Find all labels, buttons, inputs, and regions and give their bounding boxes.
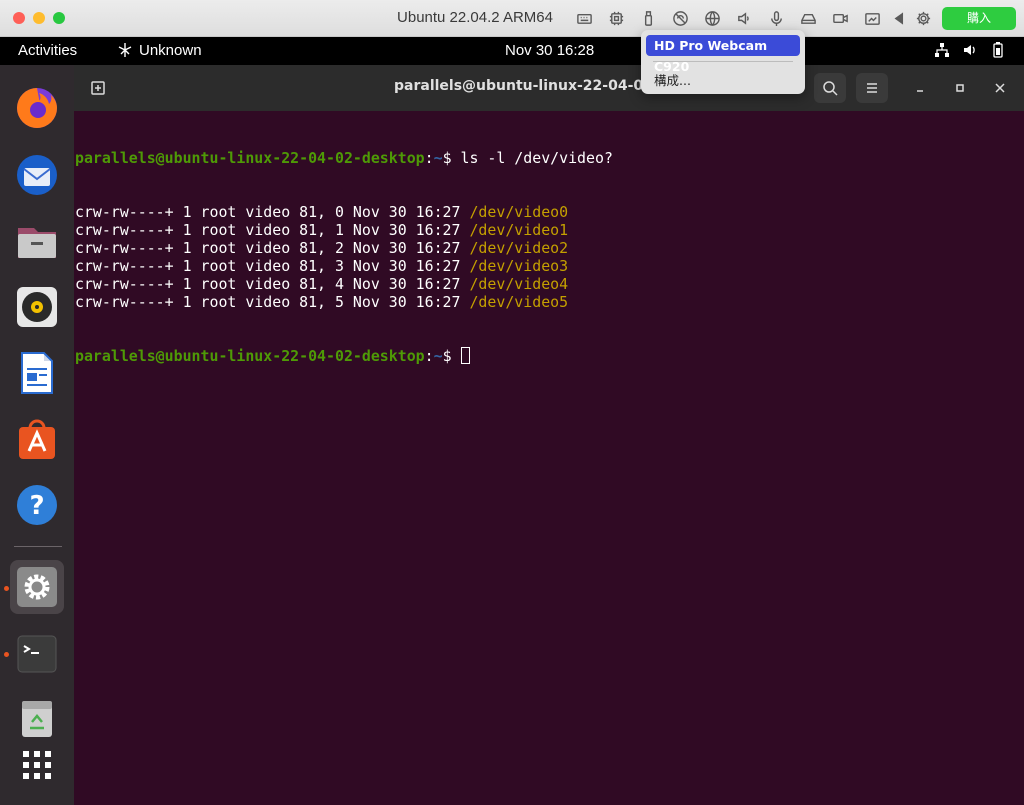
svg-text:?: ? [29, 491, 44, 521]
files-icon[interactable] [10, 214, 64, 268]
prompt-path: ~ [433, 347, 443, 365]
prompt-user: parallels@ubuntu-linux-22-04-02-desktop [75, 347, 425, 365]
device-info: crw-rw----+ 1 root video 81, 1 Nov 30 16… [75, 221, 470, 239]
command-text: ls -l /dev/video? [460, 149, 613, 167]
new-tab-button[interactable] [82, 73, 114, 103]
terminal-body[interactable]: parallels@ubuntu-linux-22-04-02-desktop:… [74, 111, 1024, 805]
mac-title-bar: Ubuntu 22.04.2 ARM64 購入 [0, 0, 1024, 37]
wired-network-icon[interactable] [934, 42, 950, 62]
show-apps-grid-icon[interactable] [10, 738, 64, 792]
firefox-icon[interactable] [10, 81, 64, 135]
camera-icon[interactable] [831, 9, 849, 27]
keyboard-icon[interactable] [575, 9, 593, 27]
rhythmbox-icon[interactable] [10, 280, 64, 334]
terminal-header-bar: parallels@ubuntu-linux-22-04-02-d [74, 65, 1024, 111]
close-window-button[interactable] [13, 12, 25, 24]
microphone-icon[interactable] [767, 9, 785, 27]
command-line: parallels@ubuntu-linux-22-04-02-desktop:… [75, 149, 613, 167]
usb-device-item[interactable]: HD Pro Webcam C920 [646, 35, 800, 74]
buy-button[interactable]: 購入 [942, 7, 1016, 30]
device-info: crw-rw----+ 1 root video 81, 3 Nov 30 16… [75, 257, 470, 275]
device-list: crw-rw----+ 1 root video 81, 0 Nov 30 16… [75, 203, 613, 311]
prompt-user: parallels@ubuntu-linux-22-04-02-desktop [75, 149, 425, 167]
volume-icon[interactable] [962, 42, 978, 62]
device-path: /dev/video5 [469, 293, 569, 311]
network-off-icon[interactable] [671, 9, 689, 27]
zoom-window-button[interactable] [53, 12, 65, 24]
configure-menu-item[interactable]: 構成... [654, 70, 691, 89]
device-entry-row: crw-rw----+ 1 root video 81, 3 Nov 30 16… [75, 257, 613, 275]
clock[interactable]: Nov 30 16:28 [505, 42, 594, 59]
play-left-icon[interactable] [890, 9, 908, 27]
maximize-button[interactable] [944, 73, 976, 103]
gnome-top-bar: Activities Unknown Nov 30 16:28 [0, 37, 1024, 65]
battery-icon[interactable] [990, 41, 1006, 63]
speaker-icon[interactable] [735, 9, 753, 27]
current-prompt-line: parallels@ubuntu-linux-22-04-02-desktop:… [75, 347, 613, 365]
device-path: /dev/video1 [469, 221, 569, 239]
dock-separator [14, 546, 62, 547]
hamburger-menu-button[interactable] [856, 73, 888, 103]
gear-icon[interactable] [914, 9, 932, 27]
usb-icon[interactable] [639, 9, 657, 27]
minimize-button[interactable] [904, 73, 936, 103]
trash-icon[interactable] [10, 691, 64, 745]
minimize-window-button[interactable] [33, 12, 45, 24]
network-status-label[interactable]: Unknown [139, 42, 202, 59]
device-info: crw-rw----+ 1 root video 81, 2 Nov 30 16… [75, 239, 470, 257]
network-icon[interactable] [116, 41, 134, 63]
image-transfer-icon[interactable] [863, 9, 881, 27]
globe-icon[interactable] [703, 9, 721, 27]
settings-icon[interactable] [10, 560, 64, 614]
device-path: /dev/video2 [469, 239, 569, 257]
dock: ? [0, 65, 74, 805]
device-entry-row: crw-rw----+ 1 root video 81, 1 Nov 30 16… [75, 221, 613, 239]
usb-device-menu: HD Pro Webcam C920 構成... [641, 30, 805, 94]
device-path: /dev/video0 [469, 203, 569, 221]
device-entry-row: crw-rw----+ 1 root video 81, 0 Nov 30 16… [75, 203, 613, 221]
ubuntu-software-icon[interactable] [10, 412, 64, 466]
terminal-running-indicator [4, 652, 9, 657]
search-button[interactable] [814, 73, 846, 103]
text-cursor [460, 347, 470, 364]
device-info: crw-rw----+ 1 root video 81, 4 Nov 30 16… [75, 275, 470, 293]
terminal-output: parallels@ubuntu-linux-22-04-02-desktop:… [75, 113, 613, 401]
drive-icon[interactable] [799, 9, 817, 27]
device-info: crw-rw----+ 1 root video 81, 5 Nov 30 16… [75, 293, 470, 311]
device-path: /dev/video4 [469, 275, 569, 293]
device-entry-row: crw-rw----+ 1 root video 81, 2 Nov 30 16… [75, 239, 613, 257]
device-entry-row: crw-rw----+ 1 root video 81, 4 Nov 30 16… [75, 275, 613, 293]
device-path: /dev/video3 [469, 257, 569, 275]
terminal-icon[interactable] [10, 627, 64, 681]
help-icon[interactable]: ? [10, 478, 64, 532]
device-entry-row: crw-rw----+ 1 root video 81, 5 Nov 30 16… [75, 293, 613, 311]
terminal-title: parallels@ubuntu-linux-22-04-02-d [394, 78, 669, 94]
cpu-icon[interactable] [607, 9, 625, 27]
activities-button[interactable]: Activities [18, 42, 77, 59]
device-info: crw-rw----+ 1 root video 81, 0 Nov 30 16… [75, 203, 470, 221]
thunderbird-icon[interactable] [10, 148, 64, 202]
libreoffice-writer-icon[interactable] [10, 346, 64, 400]
menu-separator [653, 61, 793, 62]
settings-running-indicator [4, 586, 9, 591]
prompt-path: ~ [433, 149, 443, 167]
close-button[interactable] [984, 73, 1016, 103]
